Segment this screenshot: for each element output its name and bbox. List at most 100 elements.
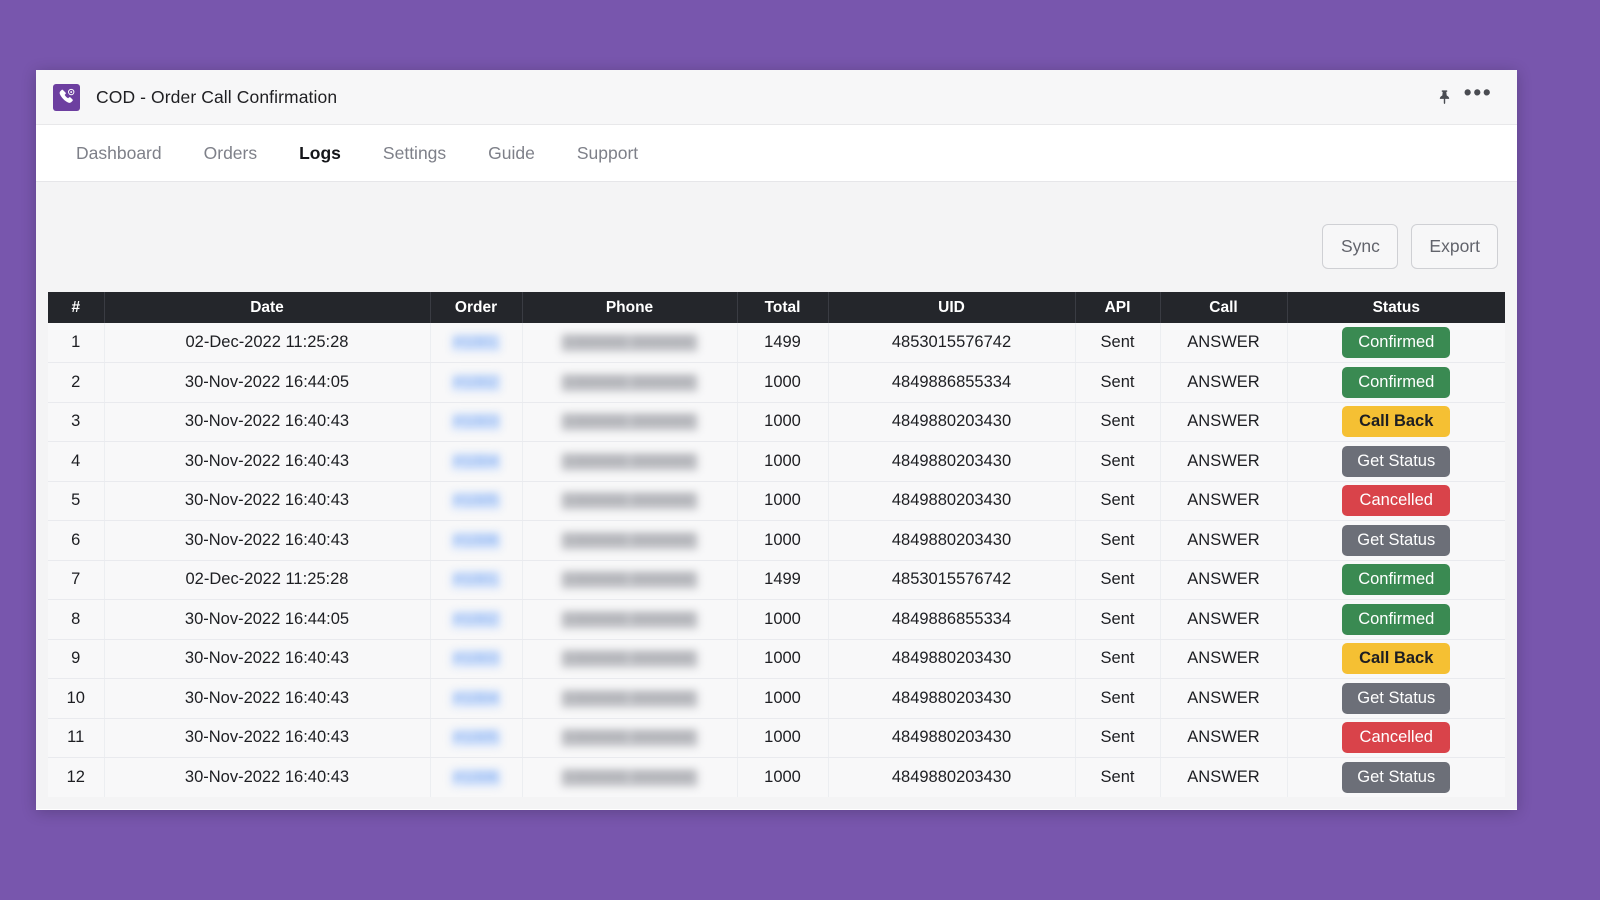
sync-button[interactable]: Sync [1322, 224, 1398, 269]
export-button[interactable]: Export [1411, 224, 1498, 269]
cell-order[interactable]: #1005 [430, 481, 522, 521]
cell-order[interactable]: #1006 [430, 521, 522, 561]
cell-order[interactable]: #1001 [430, 560, 522, 600]
cell-date: 02-Dec-2022 11:25:28 [104, 323, 430, 363]
nav-item-dashboard[interactable]: Dashboard [55, 143, 183, 164]
more-options-glyph: ••• [1464, 87, 1493, 107]
cell-total: 1000 [737, 758, 828, 798]
cell-order[interactable]: #1001 [430, 323, 522, 363]
order-link-redacted[interactable]: #1003 [451, 413, 502, 431]
status-badge-confirmed[interactable]: Confirmed [1342, 367, 1450, 398]
order-link-redacted[interactable]: #1003 [451, 650, 502, 668]
cell-status: Confirmed [1287, 560, 1505, 600]
order-link-redacted[interactable]: #1001 [451, 334, 502, 352]
status-badge-confirmed[interactable]: Confirmed [1342, 327, 1450, 358]
cell-uid: 4849886855334 [828, 600, 1075, 640]
phone-redacted: 0300000 0000000 [561, 334, 698, 352]
cell-api: Sent [1075, 402, 1160, 442]
status-badge-getstatus[interactable]: Get Status [1342, 446, 1450, 477]
cell-order[interactable]: #1003 [430, 639, 522, 679]
column-header-call[interactable]: Call [1160, 292, 1287, 323]
status-badge-confirmed[interactable]: Confirmed [1342, 564, 1450, 595]
cell-num: 5 [48, 481, 104, 521]
table-row[interactable]: 630-Nov-2022 16:40:43#10060300000 000000… [48, 521, 1505, 561]
cell-phone: 0300000 0000000 [522, 718, 737, 758]
status-badge-callback[interactable]: Call Back [1342, 406, 1450, 437]
table-row[interactable]: 330-Nov-2022 16:40:43#10030300000 000000… [48, 402, 1505, 442]
order-link-redacted[interactable]: #1002 [451, 611, 502, 629]
cell-order[interactable]: #1004 [430, 442, 522, 482]
table-row[interactable]: 702-Dec-2022 11:25:28#10010300000 000000… [48, 560, 1505, 600]
cell-num: 3 [48, 402, 104, 442]
cell-uid: 4849880203430 [828, 442, 1075, 482]
nav-item-orders[interactable]: Orders [183, 143, 278, 164]
nav-item-guide[interactable]: Guide [467, 143, 556, 164]
cell-order[interactable]: #1004 [430, 679, 522, 719]
cell-uid: 4849880203430 [828, 481, 1075, 521]
more-options-icon[interactable]: ••• [1461, 80, 1495, 114]
order-link-redacted[interactable]: #1001 [451, 571, 502, 589]
column-header-num[interactable]: # [48, 292, 104, 323]
table-row[interactable]: 530-Nov-2022 16:40:43#10050300000 000000… [48, 481, 1505, 521]
cell-order[interactable]: #1006 [430, 758, 522, 798]
logs-table-header: # Date Order Phone Total UID API Call St… [48, 292, 1505, 323]
column-header-status[interactable]: Status [1287, 292, 1505, 323]
order-link-redacted[interactable]: #1004 [451, 453, 502, 471]
cell-uid: 4849886855334 [828, 363, 1075, 403]
cell-phone: 0300000 0000000 [522, 600, 737, 640]
order-link-redacted[interactable]: #1004 [451, 690, 502, 708]
cell-order[interactable]: #1002 [430, 363, 522, 403]
order-link-redacted[interactable]: #1006 [451, 769, 502, 787]
column-header-uid[interactable]: UID [828, 292, 1075, 323]
table-row[interactable]: 1230-Nov-2022 16:40:43#10060300000 00000… [48, 758, 1505, 798]
pin-icon[interactable] [1427, 80, 1461, 114]
cell-uid: 4849880203430 [828, 758, 1075, 798]
cell-date: 30-Nov-2022 16:40:43 [104, 758, 430, 798]
order-link-redacted[interactable]: #1005 [451, 729, 502, 747]
status-badge-cancelled[interactable]: Cancelled [1342, 485, 1450, 516]
order-link-redacted[interactable]: #1002 [451, 374, 502, 392]
table-row[interactable]: 430-Nov-2022 16:40:43#10040300000 000000… [48, 442, 1505, 482]
nav-item-settings[interactable]: Settings [362, 143, 467, 164]
status-badge-getstatus[interactable]: Get Status [1342, 525, 1450, 556]
cell-api: Sent [1075, 442, 1160, 482]
cell-call: ANSWER [1160, 639, 1287, 679]
table-row[interactable]: 102-Dec-2022 11:25:28#10010300000 000000… [48, 323, 1505, 363]
order-link-redacted[interactable]: #1005 [451, 492, 502, 510]
table-row[interactable]: 1130-Nov-2022 16:40:43#10050300000 00000… [48, 718, 1505, 758]
column-header-total[interactable]: Total [737, 292, 828, 323]
order-link-redacted[interactable]: #1006 [451, 532, 502, 550]
cell-status: Get Status [1287, 521, 1505, 561]
column-header-phone[interactable]: Phone [522, 292, 737, 323]
cell-status: Cancelled [1287, 481, 1505, 521]
cell-num: 2 [48, 363, 104, 403]
cell-total: 1000 [737, 600, 828, 640]
cell-phone: 0300000 0000000 [522, 758, 737, 798]
column-header-order[interactable]: Order [430, 292, 522, 323]
status-badge-callback[interactable]: Call Back [1342, 643, 1450, 674]
nav-item-support[interactable]: Support [556, 143, 659, 164]
column-header-date[interactable]: Date [104, 292, 430, 323]
table-row[interactable]: 830-Nov-2022 16:44:05#10020300000 000000… [48, 600, 1505, 640]
phone-redacted: 0300000 0000000 [561, 532, 698, 550]
cell-order[interactable]: #1003 [430, 402, 522, 442]
status-badge-confirmed[interactable]: Confirmed [1342, 604, 1450, 635]
cell-total: 1499 [737, 560, 828, 600]
status-badge-getstatus[interactable]: Get Status [1342, 683, 1450, 714]
phone-redacted: 0300000 0000000 [561, 729, 698, 747]
cell-date: 30-Nov-2022 16:40:43 [104, 679, 430, 719]
status-badge-cancelled[interactable]: Cancelled [1342, 722, 1450, 753]
status-badge-getstatus[interactable]: Get Status [1342, 762, 1450, 793]
cell-order[interactable]: #1002 [430, 600, 522, 640]
cell-order[interactable]: #1005 [430, 718, 522, 758]
table-row[interactable]: 230-Nov-2022 16:44:05#10020300000 000000… [48, 363, 1505, 403]
cell-date: 30-Nov-2022 16:40:43 [104, 718, 430, 758]
cell-date: 30-Nov-2022 16:40:43 [104, 639, 430, 679]
table-row[interactable]: 1030-Nov-2022 16:40:43#10040300000 00000… [48, 679, 1505, 719]
table-row[interactable]: 930-Nov-2022 16:40:43#10030300000 000000… [48, 639, 1505, 679]
table-toolbar: Sync Export [36, 182, 1517, 269]
nav-item-logs[interactable]: Logs [278, 143, 362, 164]
table-header-row: # Date Order Phone Total UID API Call St… [48, 292, 1505, 323]
cell-uid: 4853015576742 [828, 560, 1075, 600]
column-header-api[interactable]: API [1075, 292, 1160, 323]
